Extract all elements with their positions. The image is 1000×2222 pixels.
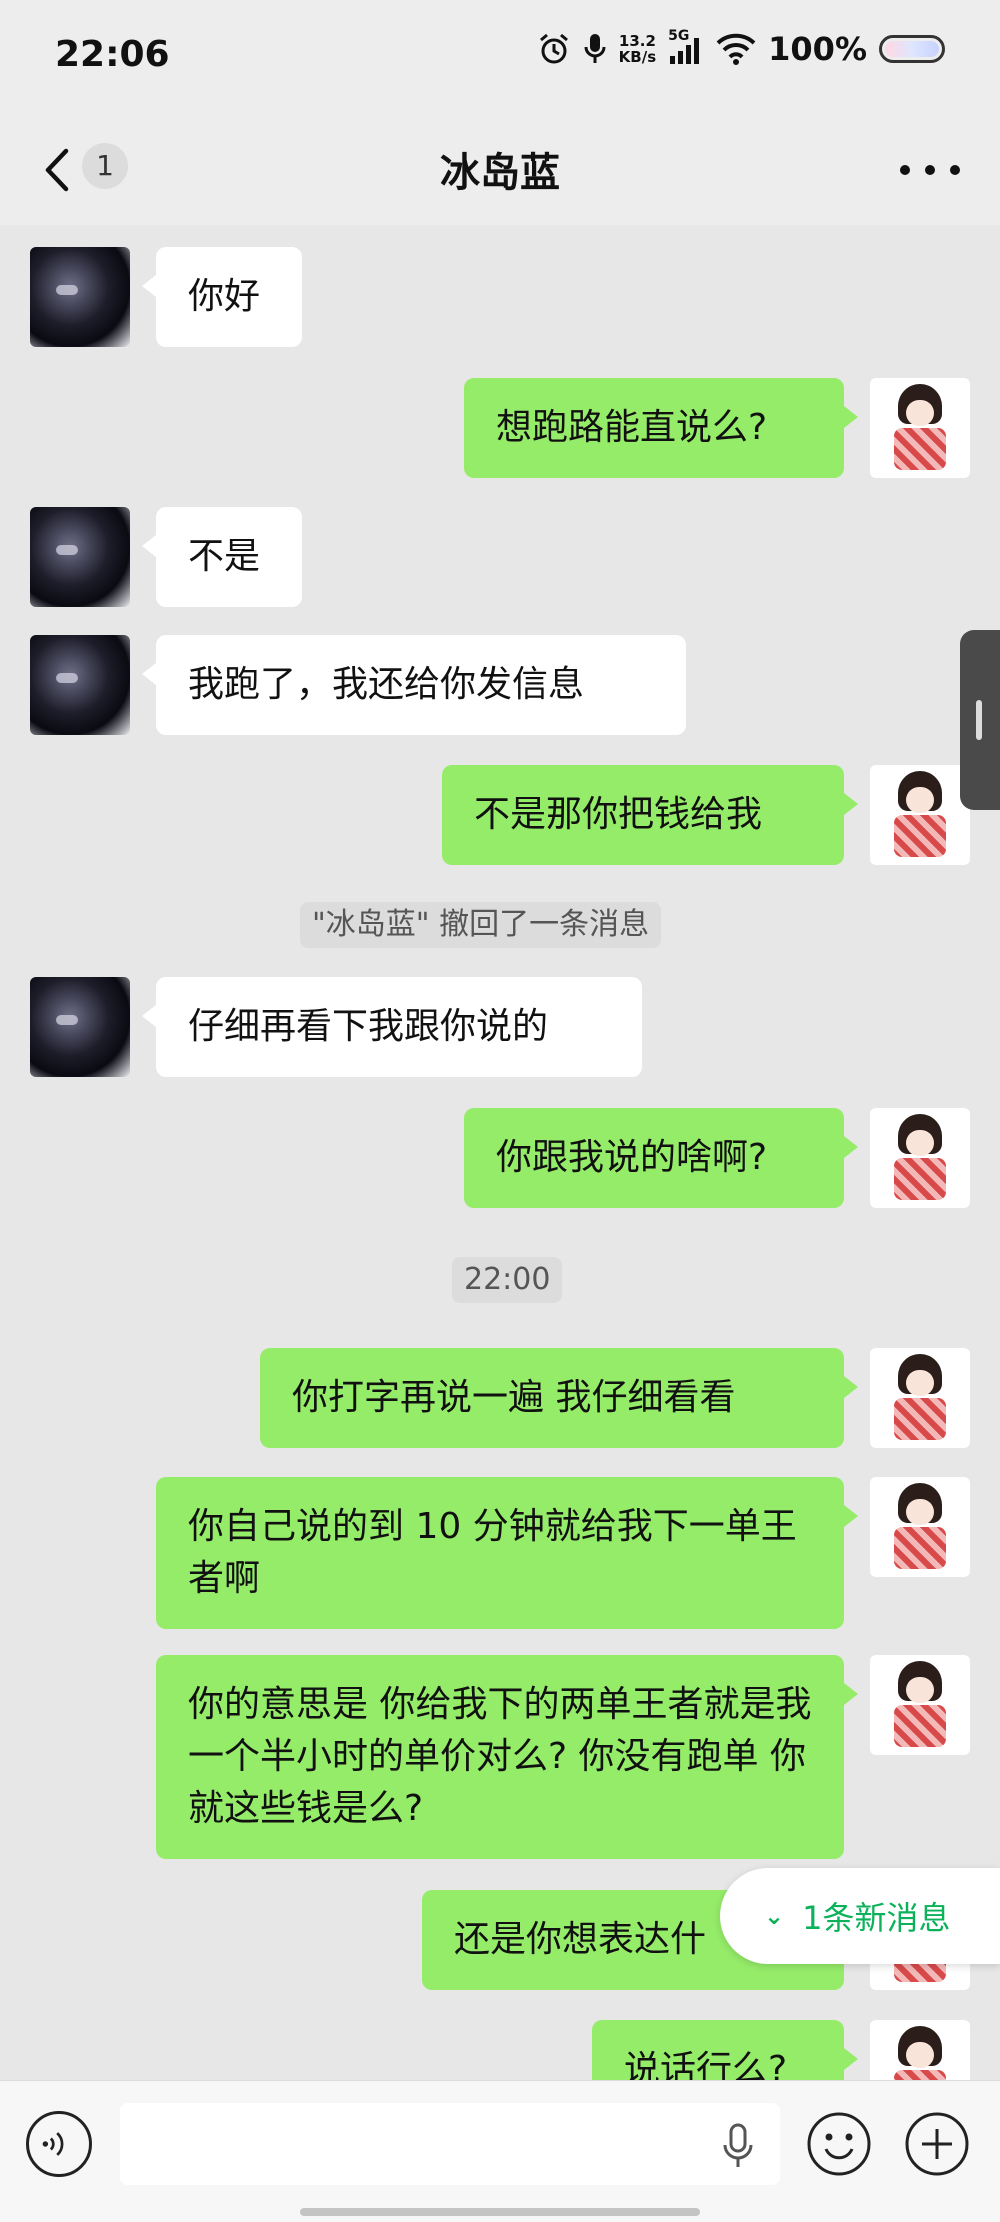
contact-avatar[interactable] (30, 977, 130, 1077)
wifi-icon (716, 33, 756, 65)
outgoing-message[interactable]: 你自己说的到 10 分钟就给我下一单王者啊 (156, 1477, 858, 1629)
battery-icon (879, 35, 945, 63)
new-messages-button[interactable]: ⌄ 1条新消息 (720, 1868, 1000, 1964)
battery-percent: 100% (768, 30, 867, 68)
my-avatar[interactable] (870, 765, 970, 865)
incoming-message[interactable]: 你好 (142, 247, 302, 347)
recall-notice: "冰岛蓝" 撤回了一条消息 (300, 902, 662, 948)
outgoing-message[interactable]: 不是那你把钱给我 (442, 765, 858, 865)
chat-title: 冰岛蓝 (440, 150, 560, 196)
my-avatar[interactable] (870, 1477, 970, 1577)
contact-avatar[interactable] (30, 635, 130, 735)
input-bar (0, 2080, 1000, 2222)
my-avatar[interactable] (870, 1108, 970, 1208)
voice-mode-icon[interactable] (26, 2111, 92, 2177)
message-input[interactable] (120, 2103, 780, 2185)
network-speed: 13.2 KB/s (619, 33, 656, 65)
my-avatar[interactable] (870, 2020, 970, 2080)
contact-avatar[interactable] (30, 247, 130, 347)
status-icons: 13.2 KB/s 5G 100% (537, 28, 945, 68)
my-avatar[interactable] (870, 378, 970, 478)
network-speed-unit: KB/s (618, 48, 657, 66)
outgoing-message[interactable]: 你打字再说一遍 我仔细看看 (260, 1348, 858, 1448)
double-chevron-down-icon: ⌄ (764, 1902, 785, 1930)
incoming-message[interactable]: 我跑了，我还给你发信息 (142, 635, 686, 735)
outgoing-message[interactable]: 你的意思是 你给我下的两单王者就是我一个半小时的单价对么? 你没有跑单 你就这些… (156, 1655, 858, 1859)
microphone-status-icon (584, 34, 606, 63)
my-avatar[interactable] (870, 1655, 970, 1755)
status-bar: 22:06 13.2 KB/s 5G 100% (0, 0, 1000, 115)
emoji-icon[interactable] (806, 2111, 872, 2177)
outgoing-message[interactable]: 你跟我说的啥啊? (464, 1108, 858, 1208)
message-list[interactable]: 你好 想跑路能直说么? 不是 我跑了，我还给你发信息 不是那你把钱给我 "冰岛蓝… (0, 225, 1000, 2080)
more-options-icon[interactable] (900, 145, 960, 195)
my-avatar[interactable] (870, 1348, 970, 1448)
timestamp: 22:00 (452, 1257, 563, 1303)
chat-header: 1 冰岛蓝 (0, 115, 1000, 225)
incoming-message[interactable]: 不是 (142, 507, 302, 607)
contact-avatar[interactable] (30, 507, 130, 607)
outgoing-message[interactable]: 说话行么? (592, 2020, 858, 2080)
new-messages-label: 1条新消息 (802, 1899, 951, 1937)
network-speed-value: 13.2 (618, 32, 656, 50)
plus-icon[interactable] (904, 2111, 970, 2177)
microphone-icon[interactable] (718, 2121, 758, 2171)
alarm-icon (539, 33, 568, 64)
clock: 22:06 (55, 34, 170, 75)
outgoing-message[interactable]: 想跑路能直说么? (464, 378, 858, 478)
cellular-signal-icon: 5G (668, 28, 704, 66)
scroll-handle[interactable] (960, 630, 1000, 810)
home-indicator[interactable] (300, 2208, 700, 2216)
incoming-message[interactable]: 仔细再看下我跟你说的 (142, 977, 642, 1077)
